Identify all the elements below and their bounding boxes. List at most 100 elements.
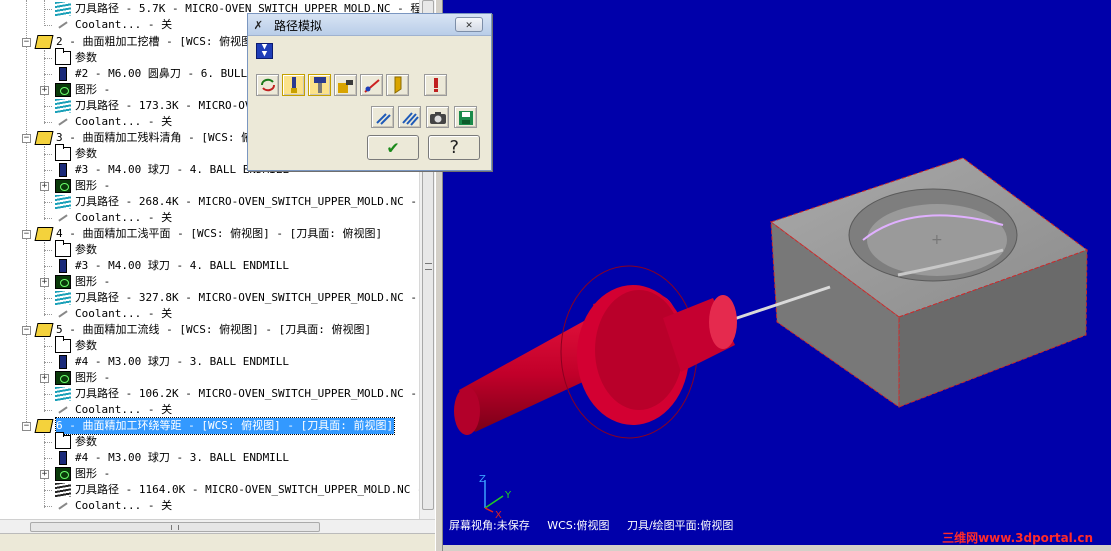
scroll-thumb[interactable] — [30, 522, 320, 532]
axis-y-label: Y — [504, 490, 512, 501]
collapse-toggle[interactable]: − — [22, 38, 31, 47]
refresh-button[interactable] — [256, 74, 279, 96]
wcs-status: WCS:俯视图 — [547, 519, 610, 532]
parameters-icon — [55, 144, 71, 161]
graphics-viewport[interactable]: + Z Y X 屏幕视角:未保存 WCS:俯视图 刀具/绘图平面:俯视图 三维网… — [443, 0, 1111, 545]
toolpath-icon — [55, 99, 71, 113]
screenshot-button[interactable] — [426, 106, 449, 128]
toolpath-icon — [55, 387, 71, 401]
coolant-icon — [56, 115, 70, 129]
svg-text:+: + — [931, 232, 943, 248]
colors-button[interactable] — [360, 74, 383, 96]
axis-z-label: Z — [479, 474, 486, 485]
axis-triad: Z Y X — [479, 474, 512, 521]
info-button[interactable] — [424, 74, 447, 96]
expand-toggle[interactable]: + — [40, 470, 49, 479]
tree-row-parameters[interactable]: 参数 — [0, 336, 420, 354]
shank-button[interactable] — [386, 74, 409, 96]
tree-row-coolant[interactable]: Coolant... - 关 — [0, 498, 420, 514]
parameters-icon — [55, 48, 71, 65]
tree-row-tool[interactable]: #4 - M3.00 球刀 - 3. BALL ENDMILL — [0, 450, 420, 466]
checkmark-icon: ✔ — [387, 137, 399, 158]
tree-row-toolpath[interactable]: 刀具路径 - 327.8K - MICRO-OVEN_SWITCH_UPPER_… — [0, 290, 435, 306]
site-watermark: 三维网www.3dportal.cn — [942, 531, 1093, 545]
collapse-toggle[interactable]: − — [22, 326, 31, 335]
help-icon: ? — [448, 137, 460, 158]
save-icon — [458, 111, 473, 125]
dialog-titlebar[interactable]: ✗ 路径模拟 ✕ — [248, 14, 491, 36]
refresh-icon — [260, 78, 275, 92]
parameters-icon — [55, 336, 71, 353]
step-icon — [375, 113, 391, 125]
tree-row-toolpath[interactable]: 刀具路径 - 1164.0K - MICRO-OVEN_SWITCH_UPPER… — [0, 482, 435, 498]
collapse-toggle[interactable]: − — [22, 134, 31, 143]
tool-display-button[interactable] — [282, 74, 305, 96]
help-button[interactable]: ? — [428, 135, 480, 160]
expand-toggle[interactable]: + — [40, 374, 49, 383]
tool-icon — [59, 259, 67, 273]
tree-row-geometry[interactable]: + 图形 - — [0, 178, 420, 194]
step-button[interactable] — [371, 106, 394, 128]
tree-row-geometry[interactable]: + 图形 - — [0, 370, 420, 386]
collapse-toggle[interactable]: − — [22, 422, 31, 431]
close-button[interactable]: ✕ — [455, 17, 483, 32]
coolant-icon — [56, 499, 70, 513]
coolant-icon — [56, 403, 70, 417]
expand-toggle[interactable]: + — [40, 86, 49, 95]
holder-display-icon — [313, 77, 326, 93]
tree-row-toolpath[interactable]: 刀具路径 - 106.2K - MICRO-OVEN_SWITCH_UPPER_… — [0, 386, 435, 402]
operation-folder-icon — [34, 227, 54, 241]
operation-folder-icon — [34, 419, 54, 433]
dialog-title: 路径模拟 — [274, 19, 323, 33]
tree-row-tool[interactable]: #4 - M3.00 球刀 - 3. BALL ENDMILL — [0, 354, 420, 370]
geometry-icon — [55, 275, 71, 289]
coolant-icon — [56, 307, 70, 321]
toolpath-icon — [55, 195, 71, 209]
multi-path-button[interactable] — [398, 106, 421, 128]
tree-row-parameters[interactable]: 参数 — [0, 432, 420, 450]
tree-row-coolant[interactable]: Coolant... - 关 — [0, 402, 420, 418]
geometry-icon — [55, 83, 71, 97]
collapse-toggle[interactable]: − — [22, 230, 31, 239]
operation-folder-icon — [34, 323, 54, 337]
camera-icon — [429, 112, 446, 124]
tree-row-coolant[interactable]: Coolant... - 关 — [0, 306, 420, 322]
geometry-icon — [55, 179, 71, 193]
gview-status: 屏幕视角:未保存 — [449, 519, 530, 532]
tool-display-icon — [290, 77, 297, 93]
holder-display-button[interactable] — [308, 74, 331, 96]
coolant-icon — [56, 211, 70, 225]
backplot-dialog[interactable]: ✗ 路径模拟 ✕ ▼ ▼ ✔ ? — [247, 13, 492, 171]
operation-folder-icon — [34, 131, 54, 145]
toolpath-icon — [55, 483, 71, 497]
expand-toggle[interactable]: + — [40, 278, 49, 287]
expand-toggle[interactable]: + — [40, 182, 49, 191]
info-icon — [433, 78, 438, 92]
tree-row-coolant[interactable]: Coolant... - 关 — [0, 210, 420, 226]
collapse-expand-button[interactable]: ▼ ▼ — [256, 43, 273, 59]
quick-verify-button[interactable] — [334, 74, 357, 96]
shank-icon — [394, 76, 401, 94]
geometry-icon — [55, 467, 71, 481]
tool-icon — [59, 355, 67, 369]
ok-button[interactable]: ✔ — [367, 135, 419, 160]
tool-holder — [454, 265, 737, 439]
tree-horizontal-scrollbar[interactable] — [0, 519, 435, 533]
geometry-icon — [55, 371, 71, 385]
parameters-icon — [55, 432, 71, 449]
tool-icon — [59, 67, 67, 81]
tree-row-geometry[interactable]: + 图形 - — [0, 466, 420, 482]
bottom-status-bar — [443, 545, 1111, 551]
tree-row-tool[interactable]: #3 - M4.00 球刀 - 4. BALL ENDMILL — [0, 258, 420, 274]
left-status-strip — [0, 533, 440, 551]
tool-icon — [59, 163, 67, 177]
tool-icon — [59, 451, 67, 465]
toolpath-icon — [55, 2, 71, 16]
tree-row-parameters[interactable]: 参数 — [0, 240, 420, 258]
save-button[interactable] — [454, 106, 477, 128]
tplane-status: 刀具/绘图平面:俯视图 — [626, 519, 734, 532]
tree-row-geometry[interactable]: + 图形 - — [0, 274, 420, 290]
coolant-icon — [56, 18, 70, 32]
colors-icon — [363, 79, 380, 93]
tree-row-toolpath[interactable]: 刀具路径 - 268.4K - MICRO-OVEN_SWITCH_UPPER_… — [0, 194, 435, 210]
